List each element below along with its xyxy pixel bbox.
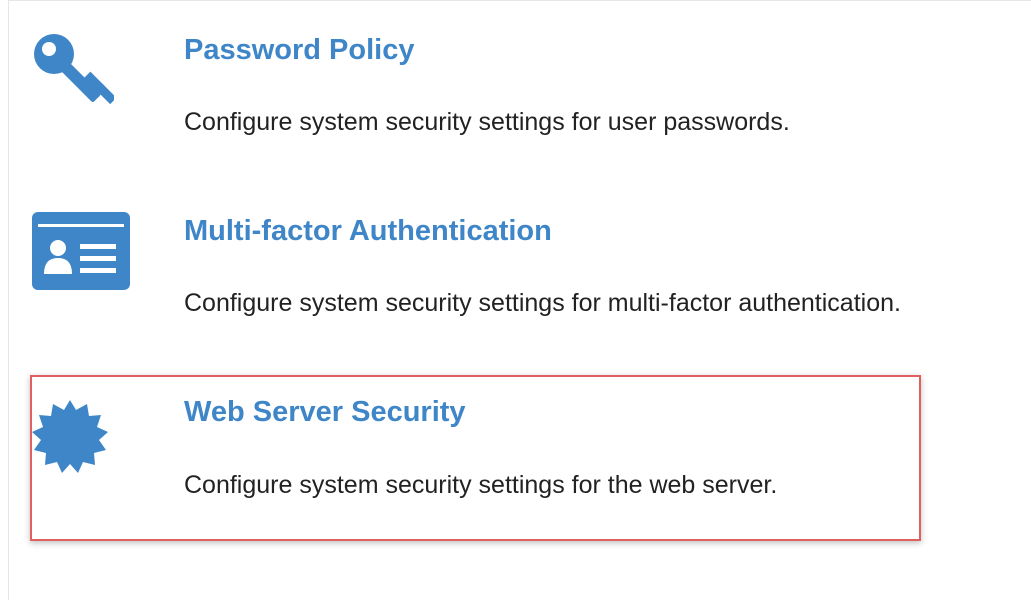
certificate-badge-icon [32,400,108,473]
web-server-security-description: Configure system security settings for t… [184,471,778,499]
id-card-icon [32,212,130,290]
top-divider [8,0,1031,1]
security-settings-page: Password Policy Configure system securit… [0,0,1031,600]
multi-factor-authentication-description: Configure system security settings for m… [184,289,901,317]
web-server-security-link[interactable]: Web Server Security [184,396,466,429]
password-policy-link[interactable]: Password Policy [184,34,415,67]
multi-factor-authentication-link[interactable]: Multi-factor Authentication [184,215,552,248]
password-policy-description: Configure system security settings for u… [184,108,790,136]
key-icon [34,34,114,105]
left-divider [8,0,9,600]
highlight-box [30,375,921,541]
